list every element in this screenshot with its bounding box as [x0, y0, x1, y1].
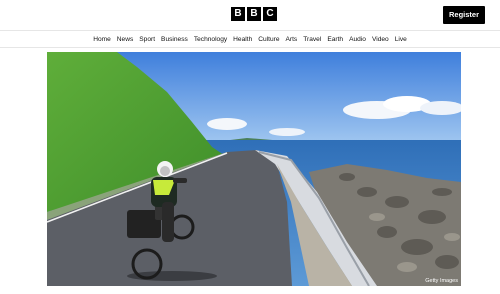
nav-item-arts[interactable]: Arts: [286, 36, 298, 43]
nav-item-travel[interactable]: Travel: [303, 36, 321, 43]
top-bar: B B C Register: [0, 0, 500, 31]
nav-item-technology[interactable]: Technology: [194, 36, 227, 43]
main-nav: Home News Sport Business Technology Heal…: [0, 31, 500, 48]
coastal-cyclist-photo: [47, 52, 461, 286]
hero-image: Getty Images: [47, 52, 461, 286]
nav-item-live[interactable]: Live: [395, 36, 407, 43]
nav-item-earth[interactable]: Earth: [327, 36, 343, 43]
nav-item-health[interactable]: Health: [233, 36, 252, 43]
register-button[interactable]: Register: [443, 6, 485, 24]
logo-letter-b1: B: [231, 7, 245, 21]
logo-letter-c: C: [263, 7, 277, 21]
nav-item-sport[interactable]: Sport: [139, 36, 155, 43]
nav-item-news[interactable]: News: [117, 36, 134, 43]
photo-credit: Getty Images: [425, 278, 458, 284]
nav-item-business[interactable]: Business: [161, 36, 188, 43]
logo-letter-b2: B: [247, 7, 261, 21]
bbc-logo[interactable]: B B C: [231, 7, 277, 21]
nav-item-video[interactable]: Video: [372, 36, 389, 43]
nav-item-culture[interactable]: Culture: [258, 36, 279, 43]
nav-item-audio[interactable]: Audio: [349, 36, 366, 43]
nav-item-home[interactable]: Home: [93, 36, 111, 43]
